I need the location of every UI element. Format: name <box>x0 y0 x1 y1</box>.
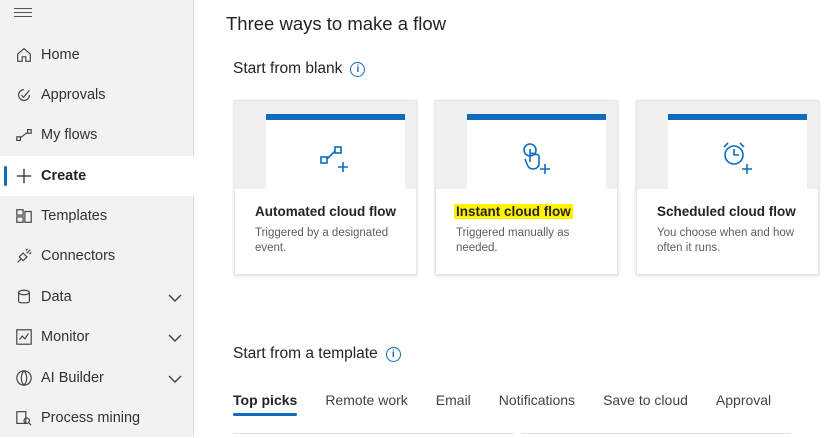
sidebar-item-label: Connectors <box>41 248 116 264</box>
sidebar-item-label: Create <box>41 168 87 184</box>
plus-icon <box>14 166 34 186</box>
card-description: You choose when and how often it runs. <box>657 227 795 254</box>
card-preview <box>467 114 606 189</box>
card-automated-cloud-flow[interactable]: Automated cloud flow Triggered by a desi… <box>234 100 417 275</box>
flows-icon <box>14 125 34 145</box>
scheduled-flow-icon <box>723 142 752 174</box>
templates-icon <box>14 206 34 226</box>
sidebar-item-label: AI Builder <box>41 370 104 386</box>
card-title: Scheduled cloud flow <box>657 204 796 219</box>
tab-approval[interactable]: Approval <box>716 388 771 414</box>
info-icon[interactable]: i <box>385 346 401 362</box>
tab-notifications[interactable]: Notifications <box>499 388 575 414</box>
sidebar-item-my-flows[interactable]: My flows <box>0 115 194 155</box>
card-header <box>637 101 818 189</box>
sidebar-item-monitor[interactable]: Monitor <box>0 317 194 357</box>
sidebar-item-create[interactable]: Create <box>0 156 194 196</box>
hamburger-menu-icon[interactable] <box>14 8 32 22</box>
connectors-icon <box>14 246 34 266</box>
instant-flow-icon <box>523 143 550 174</box>
automated-flow-icon <box>320 146 348 172</box>
page-title: Three ways to make a flow <box>226 13 447 34</box>
tab-remote-work[interactable]: Remote work <box>325 388 407 414</box>
sidebar-item-label: Templates <box>41 208 108 224</box>
sidebar-item-data[interactable]: Data <box>0 277 194 317</box>
card-header <box>436 101 617 189</box>
sidebar-item-label: Data <box>41 289 72 305</box>
chevron-down-icon[interactable] <box>166 289 184 307</box>
section-title-blank: Start from blank i <box>233 60 366 78</box>
card-preview <box>668 114 807 189</box>
sidebar-item-label: Approvals <box>41 87 106 103</box>
section-title-template: Start from a template i <box>233 345 401 363</box>
tab-save-to-cloud[interactable]: Save to cloud <box>603 388 688 414</box>
process-mining-icon <box>14 408 34 428</box>
template-card-edge <box>521 433 791 438</box>
section-label: Start from blank <box>233 60 343 77</box>
card-title: Automated cloud flow <box>255 204 396 219</box>
tab-top-picks[interactable]: Top picks <box>233 388 298 416</box>
sidebar-item-label: Monitor <box>41 329 90 345</box>
card-description: Triggered by a designated event. <box>255 227 389 254</box>
card-preview <box>266 114 405 189</box>
sidebar-item-templates[interactable]: Templates <box>0 196 194 236</box>
template-tabs: Top picks Remote work Email Notification… <box>233 388 799 418</box>
main-content: Three ways to make a flow Start from bla… <box>195 0 836 437</box>
active-indicator <box>4 166 7 186</box>
sidebar-item-process-mining[interactable]: Process mining <box>0 398 194 438</box>
home-icon <box>14 45 34 65</box>
monitor-icon <box>14 327 34 347</box>
sidebar-item-approvals[interactable]: Approvals <box>0 75 194 115</box>
chevron-down-icon[interactable] <box>166 329 184 347</box>
ai-builder-icon <box>14 368 34 388</box>
sidebar-item-ai-builder[interactable]: AI Builder <box>0 358 194 398</box>
sidebar-item-label: My flows <box>41 127 98 143</box>
section-label: Start from a template <box>233 345 378 362</box>
template-card-edge <box>233 433 513 438</box>
card-title: Instant cloud flow <box>454 204 573 219</box>
sidebar-item-label: Process mining <box>41 410 141 426</box>
data-icon <box>14 287 34 307</box>
sidebar-item-home[interactable]: Home <box>0 35 194 75</box>
sidebar-item-connectors[interactable]: Connectors <box>0 236 194 276</box>
chevron-down-icon[interactable] <box>166 370 184 388</box>
card-description: Triggered manually as needed. <box>456 227 570 254</box>
card-header <box>235 101 416 189</box>
tab-email[interactable]: Email <box>436 388 471 414</box>
approvals-icon <box>14 85 34 105</box>
info-icon[interactable]: i <box>350 61 366 77</box>
sidebar: Home Approvals My flows Create Templates… <box>0 0 194 437</box>
sidebar-item-label: Home <box>41 47 80 63</box>
card-scheduled-cloud-flow[interactable]: Scheduled cloud flow You choose when and… <box>636 100 819 275</box>
card-instant-cloud-flow[interactable]: Instant cloud flow Triggered manually as… <box>435 100 618 275</box>
